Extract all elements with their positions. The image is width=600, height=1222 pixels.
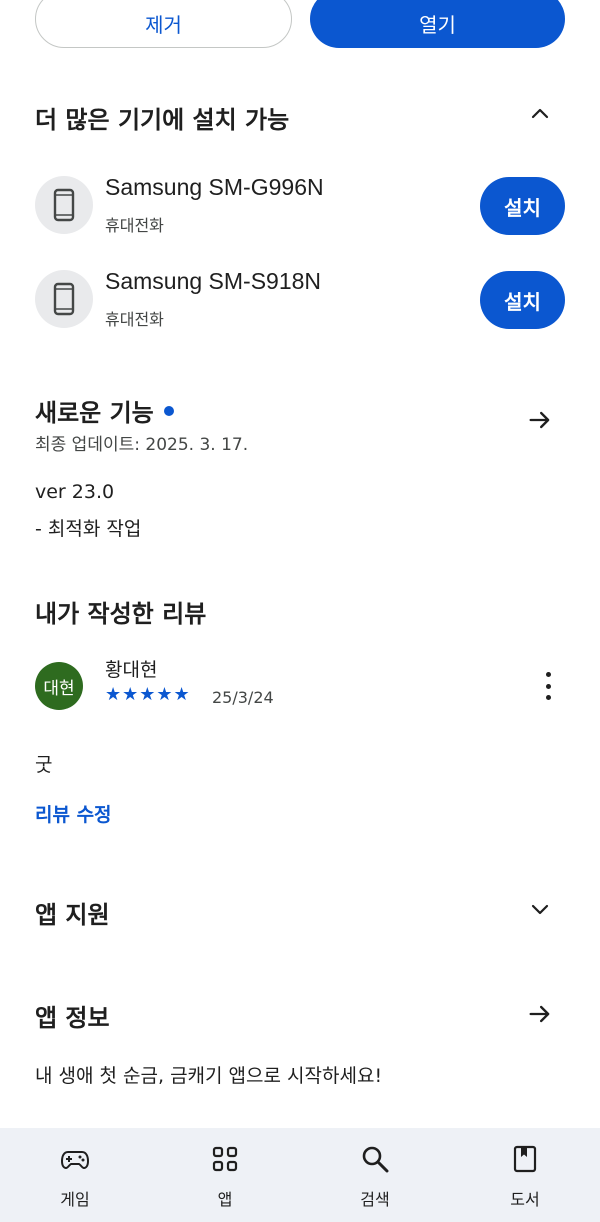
my-review-title: 내가 작성한 리뷰	[35, 600, 207, 628]
chevron-down-icon[interactable]	[528, 897, 552, 921]
edit-review-link[interactable]: 리뷰 수정	[35, 800, 112, 827]
phone-icon	[35, 176, 93, 234]
whats-new-header[interactable]: 새로운 기능	[35, 393, 174, 428]
action-buttons: 제거 열기	[35, 0, 565, 48]
book-icon	[513, 1145, 537, 1173]
open-button[interactable]: 열기	[310, 0, 565, 48]
chevron-up-icon[interactable]	[528, 102, 552, 126]
devices-section-title: 더 많은 기기에 설치 가능	[35, 106, 290, 134]
nav-item-books[interactable]: 도서	[450, 1128, 600, 1222]
gamepad-icon	[60, 1151, 90, 1170]
arrow-right-icon[interactable]	[526, 1000, 554, 1028]
install-button[interactable]: 설치	[480, 271, 565, 329]
reviewer-name: 황대현	[105, 659, 158, 681]
nav-label: 게임	[60, 1190, 90, 1209]
nav-item-search[interactable]: 검색	[300, 1128, 450, 1222]
nav-label: 검색	[360, 1190, 390, 1209]
app-support-title[interactable]: 앱 지원	[35, 895, 110, 930]
device-name: Samsung SM-S918N	[105, 268, 322, 294]
whats-new-title: 새로운 기능	[35, 399, 154, 427]
last-updated: 최종 업데이트: 2025. 3. 17.	[35, 435, 249, 455]
nav-label: 앱	[217, 1190, 233, 1209]
new-indicator-dot	[163, 406, 174, 416]
review-date: 25/3/24	[212, 688, 274, 707]
device-name: Samsung SM-G996N	[105, 174, 324, 200]
nav-label: 도서	[510, 1190, 540, 1209]
device-row-2: Samsung SM-S918N 휴대전화 설치	[35, 268, 565, 332]
nav-item-apps[interactable]: 앱	[150, 1128, 300, 1222]
arrow-right-icon[interactable]	[526, 406, 554, 434]
avatar: 대현	[35, 662, 83, 710]
release-notes: - 최적화 작업	[35, 518, 142, 540]
version-text: ver 23.0	[35, 481, 115, 503]
device-type: 휴대전화	[105, 216, 164, 235]
device-row-1: Samsung SM-G996N 휴대전화 설치	[35, 174, 565, 238]
apps-grid-icon	[212, 1146, 238, 1172]
app-description: 내 생애 첫 순금, 금캐기 앱으로 시작하세요!	[35, 1065, 383, 1087]
star-rating: ★★★★★	[105, 684, 191, 705]
more-options-icon[interactable]	[538, 672, 558, 700]
bottom-nav: 게임 앱 검색 도서	[0, 1128, 600, 1222]
app-info-title[interactable]: 앱 정보	[35, 998, 110, 1033]
install-button[interactable]: 설치	[480, 177, 565, 235]
nav-item-games[interactable]: 게임	[0, 1128, 150, 1222]
review-text: 굿	[35, 754, 53, 776]
phone-icon	[35, 270, 93, 328]
device-type: 휴대전화	[105, 310, 164, 329]
search-icon	[362, 1146, 389, 1173]
remove-button[interactable]: 제거	[35, 0, 292, 48]
